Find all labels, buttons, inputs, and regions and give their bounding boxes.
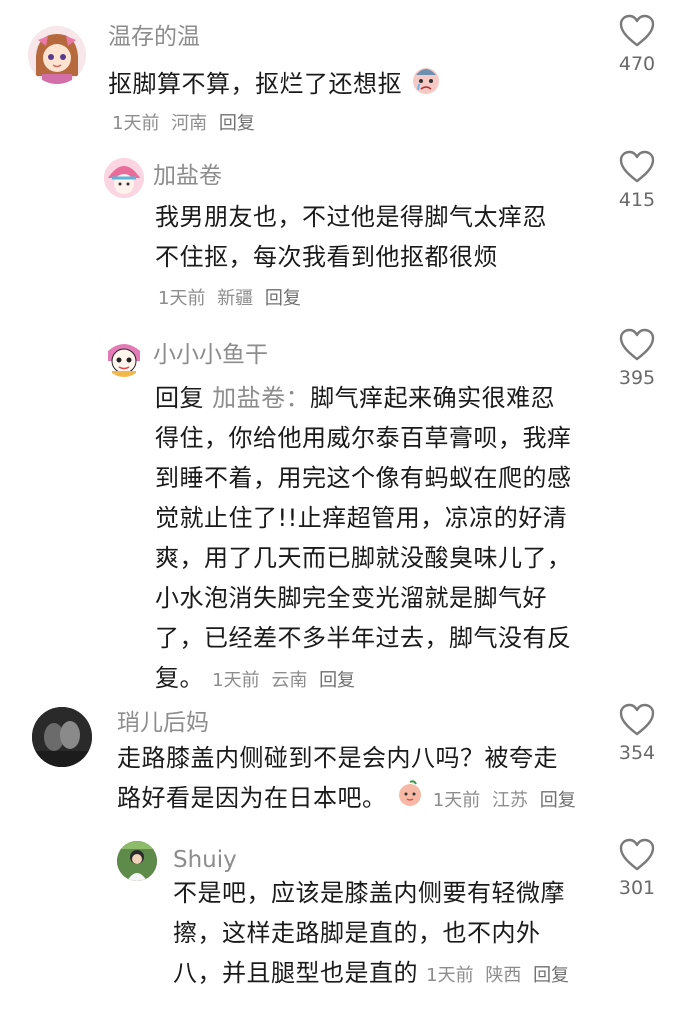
comment-body: 我男朋友也，不过他是得脚气太痒忍不住抠，每次我看到他抠都很烦: [155, 203, 547, 271]
reply-button[interactable]: 回复: [319, 670, 355, 691]
like-count: 470: [618, 53, 656, 75]
comment-time: 1天前: [112, 113, 160, 134]
comment-location: 江苏: [491, 790, 528, 811]
comment-body: 抠脚算不算，抠烂了还想抠: [108, 70, 402, 98]
comment-time: 1天前: [212, 670, 260, 691]
comment-time: 1天前: [426, 965, 474, 986]
like-count: 415: [618, 189, 656, 211]
comment-location: 河南: [171, 113, 208, 134]
reply-prefix: 回复: [155, 384, 204, 412]
cartoon-face-avatar[interactable]: [104, 337, 144, 377]
reply-button[interactable]: 回复: [533, 965, 569, 986]
like-button[interactable]: 415: [607, 150, 667, 212]
reply-to-username[interactable]: 加盐卷：: [212, 384, 310, 412]
like-button[interactable]: 301: [607, 838, 667, 900]
comment-meta: 1天前 陕西 回复: [426, 965, 575, 986]
crying-sticker-emoji: [410, 63, 442, 107]
reply-button[interactable]: 回复: [540, 790, 576, 811]
comment-time: 1天前: [432, 790, 481, 811]
heart-outline-icon: [619, 328, 655, 361]
username[interactable]: 小小小鱼干: [153, 340, 268, 370]
comment-meta: 1天前 河南 回复: [112, 112, 261, 136]
like-button[interactable]: 395: [607, 328, 667, 390]
username[interactable]: 加盐卷: [153, 161, 222, 191]
comment-body: 脚气痒起来确实很难忍得住，你给他用威尔泰百草膏呗，我痒到睡不着，用完这个像有蚂蚁…: [155, 384, 572, 692]
comment-text: 我男朋友也，不过他是得脚气太痒忍不住抠，每次我看到他抠都很烦: [155, 197, 565, 277]
heart-outline-icon: [619, 703, 655, 736]
comment-text: 不是吧，应该是膝盖内侧要有轻微摩擦，这样走路脚是直的，也不内外八，并且腿型也是直…: [173, 873, 583, 996]
comment-meta: 1天前 云南 回复: [212, 670, 361, 691]
comment-text: 走路膝盖内侧碰到不是会内八吗？被夸走路好看是因为在日本吧。 1天前 江苏 回复: [117, 738, 582, 821]
username[interactable]: 温存的温: [108, 22, 200, 52]
comment-location: 云南: [271, 670, 308, 691]
comment-text: 抠脚算不算，抠烂了还想抠: [108, 63, 568, 107]
reply-button[interactable]: 回复: [265, 288, 301, 309]
anime-girl-avatar[interactable]: [28, 26, 86, 84]
like-button[interactable]: 470: [607, 14, 667, 76]
pink-hat-avatar[interactable]: [104, 158, 144, 198]
heart-outline-icon: [619, 14, 655, 47]
reply-button[interactable]: 回复: [219, 113, 255, 134]
username[interactable]: Shuiy: [173, 845, 237, 875]
peach-face-emoji: [395, 778, 425, 820]
comment-text: 回复 加盐卷：脚气痒起来确实很难忍得住，你给他用威尔泰百草膏呗，我痒到睡不着，用…: [155, 378, 575, 701]
username[interactable]: 琑儿后妈: [117, 708, 209, 738]
like-button[interactable]: 354: [607, 703, 667, 765]
heart-outline-icon: [619, 150, 655, 183]
like-count: 301: [618, 877, 656, 899]
like-count: 395: [618, 367, 656, 389]
comment-meta: 1天前 江苏 回复: [433, 790, 582, 811]
comment-time: 1天前: [158, 288, 206, 309]
comment-meta: 1天前 新疆 回复: [158, 287, 307, 311]
like-count: 354: [618, 742, 656, 764]
comment-location: 新疆: [217, 288, 254, 309]
heart-outline-icon: [619, 838, 655, 871]
green-photo-avatar[interactable]: [117, 841, 157, 881]
comment-location: 陕西: [485, 965, 522, 986]
dark-photo-avatar[interactable]: [32, 707, 92, 767]
